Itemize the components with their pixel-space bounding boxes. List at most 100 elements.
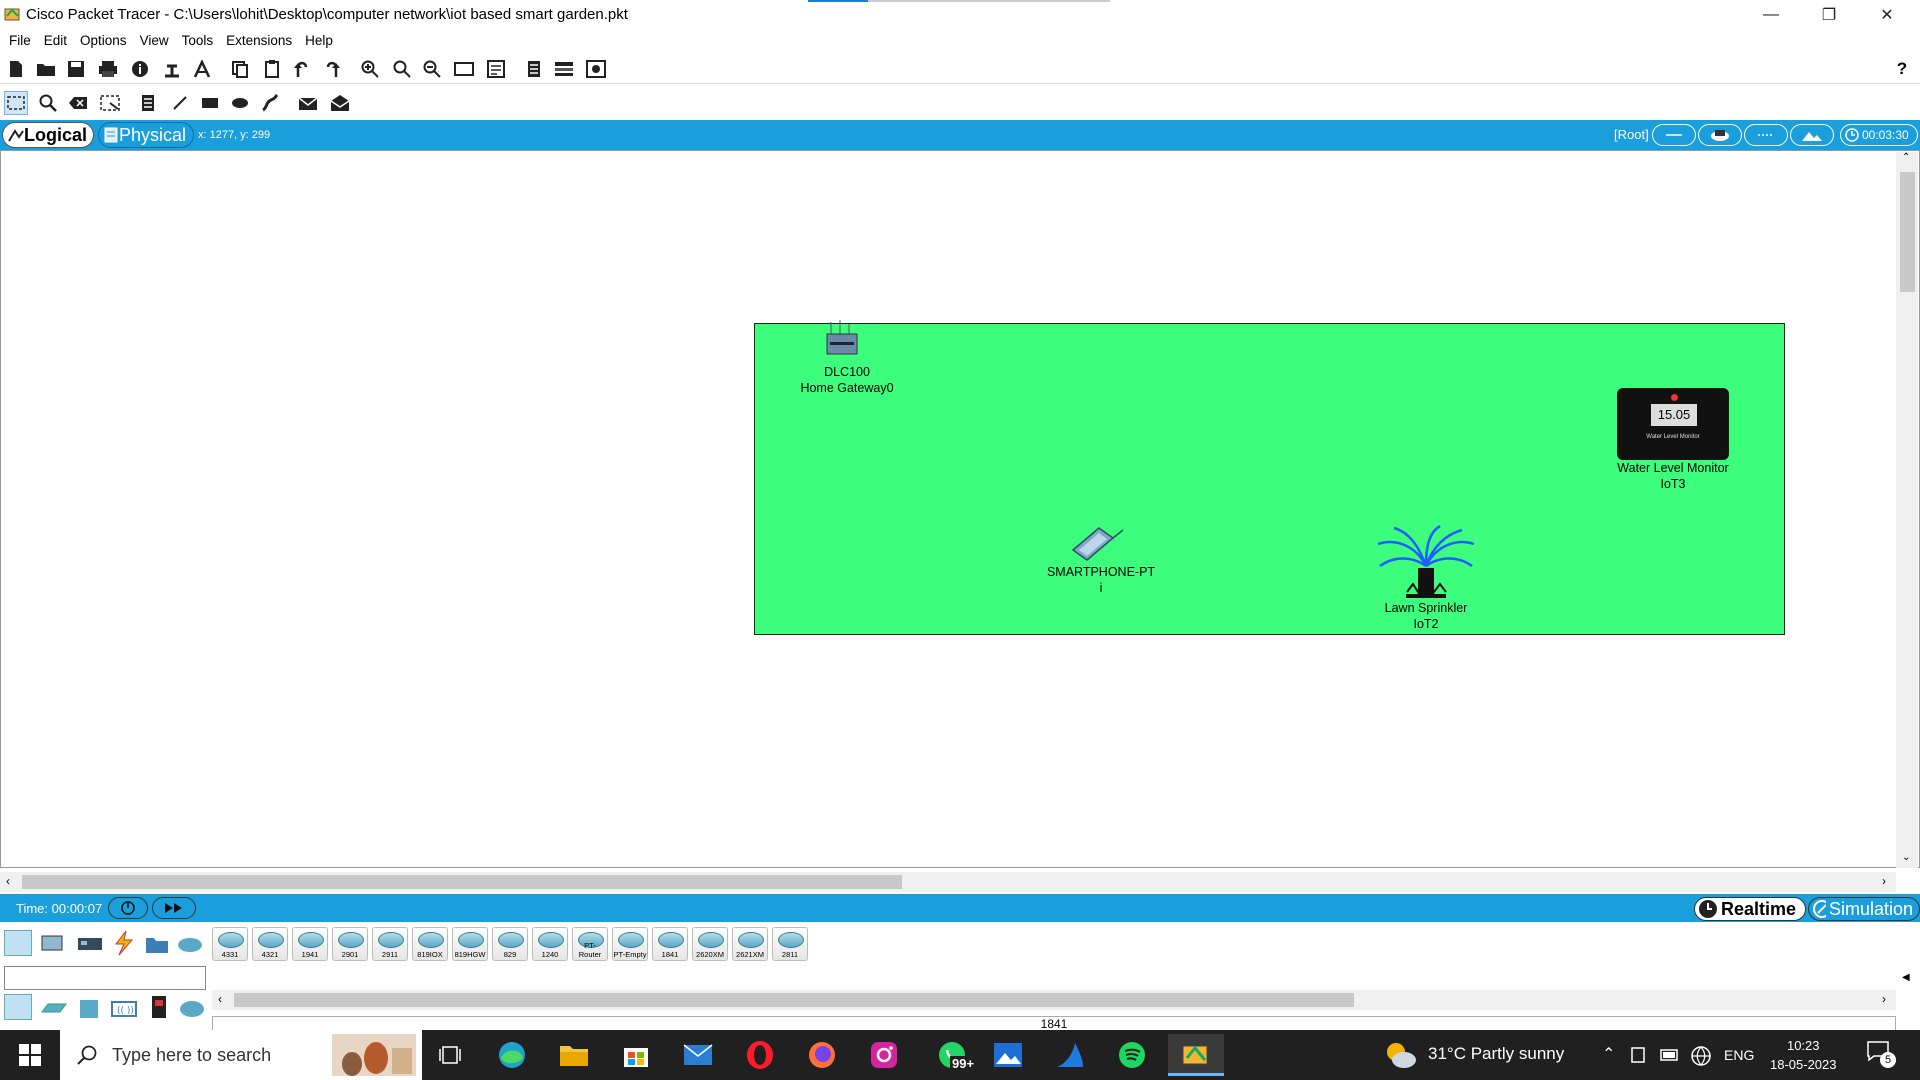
device-scroll-left-icon[interactable]: ‹ — [218, 992, 222, 1006]
notification-center-button[interactable]: 5 — [1866, 1040, 1900, 1070]
back-level-button[interactable] — [1652, 124, 1696, 146]
opera-browser-icon[interactable] — [742, 1038, 778, 1072]
wireless-devices-icon[interactable]: (( )) — [110, 996, 138, 1022]
device-template-icon[interactable] — [552, 57, 576, 81]
network-wizard-icon[interactable] — [160, 57, 184, 81]
security-icon[interactable] — [146, 994, 174, 1020]
scroll-left-icon[interactable]: ‹ — [6, 874, 10, 888]
select-icon[interactable] — [4, 91, 28, 115]
miscellaneous-icon[interactable] — [144, 932, 172, 958]
menu-help[interactable]: Help — [302, 30, 343, 52]
minimize-button[interactable]: — — [1742, 0, 1800, 30]
router-pt-empty-tile[interactable]: PT-Empty — [612, 927, 648, 961]
router-2911-tile[interactable]: 2911 — [372, 927, 408, 961]
drawing-palette-icon[interactable] — [452, 57, 476, 81]
microsoft-store-icon[interactable] — [618, 1038, 654, 1072]
router-pt-router-tile[interactable]: PT-Router — [572, 927, 608, 961]
delete-icon[interactable] — [66, 91, 90, 115]
task-view-icon[interactable] — [432, 1038, 468, 1072]
custom-devices-icon[interactable] — [484, 57, 508, 81]
home-gateway-icon[interactable] — [823, 320, 863, 358]
router-1841-tile[interactable]: 1841 — [652, 927, 688, 961]
device-scroll-right-icon[interactable]: › — [1882, 992, 1886, 1006]
menu-extensions[interactable]: Extensions — [223, 30, 302, 52]
router-1941-tile[interactable]: 1941 — [292, 927, 328, 961]
redo-icon[interactable] — [320, 57, 344, 81]
add-simple-pdu-icon[interactable] — [296, 91, 320, 115]
vertical-scrollbar[interactable]: ⌃ ⌄ — [1896, 152, 1918, 868]
draw-rectangle-icon[interactable] — [198, 91, 222, 115]
menu-tools[interactable]: Tools — [179, 30, 224, 52]
screenshot-icon[interactable] — [584, 57, 608, 81]
copy-icon[interactable] — [228, 57, 252, 81]
network-devices-icon[interactable] — [4, 930, 32, 956]
tab-logical[interactable]: Logical — [2, 122, 94, 148]
paste-icon[interactable] — [260, 57, 284, 81]
connections-icon[interactable] — [110, 930, 138, 956]
realtime-button[interactable]: Realtime — [1694, 897, 1806, 921]
scroll-right-icon[interactable]: › — [1882, 874, 1886, 888]
save-icon[interactable] — [64, 57, 88, 81]
draw-line-icon[interactable] — [168, 91, 192, 115]
router-4321-tile[interactable]: 4321 — [252, 927, 288, 961]
inspect-icon[interactable] — [36, 91, 60, 115]
horizontal-scrollbar[interactable]: ‹ › — [0, 872, 1896, 892]
multiuser-icon[interactable] — [176, 934, 204, 960]
router-2901-tile[interactable]: 2901 — [332, 927, 368, 961]
add-complex-pdu-icon[interactable] — [328, 91, 352, 115]
router-829-tile[interactable]: 829 — [492, 927, 528, 961]
horizontal-scroll-thumb[interactable] — [22, 875, 902, 889]
system-clock[interactable]: 10:23 18-05-2023 — [1770, 1036, 1837, 1074]
cluster-icon[interactable] — [1698, 124, 1742, 146]
lawn-sprinkler-icon[interactable] — [1371, 524, 1481, 600]
notes-icon[interactable] — [522, 57, 546, 81]
place-note-icon[interactable] — [136, 91, 160, 115]
print-icon[interactable] — [96, 57, 120, 81]
end-devices-icon[interactable] — [40, 932, 68, 958]
zoom-in-icon[interactable] — [358, 57, 382, 81]
meet-now-icon[interactable] — [1630, 1046, 1648, 1064]
activity-wizard-icon[interactable] — [190, 57, 214, 81]
router-2620xm-tile[interactable]: 2620XM — [692, 927, 728, 961]
garden-area[interactable]: DLC100 Home Gateway0 15.05 Water Level M… — [754, 320, 1785, 635]
draw-ellipse-icon[interactable] — [228, 91, 252, 115]
routers-icon[interactable] — [4, 994, 32, 1020]
router-1240-tile[interactable]: 1240 — [532, 927, 568, 961]
simulation-button[interactable]: Simulation — [1808, 897, 1920, 921]
packet-tracer-taskbar-icon[interactable] — [1168, 1034, 1224, 1076]
instagram-icon[interactable] — [866, 1038, 902, 1072]
components-icon[interactable] — [76, 932, 104, 958]
language-indicator[interactable]: ENG — [1724, 1047, 1754, 1063]
router-819hgw-tile[interactable]: 819HGW — [452, 927, 488, 961]
resize-shape-icon[interactable] — [98, 91, 122, 115]
vertical-scroll-thumb[interactable] — [1900, 172, 1915, 292]
new-file-icon[interactable] — [4, 57, 28, 81]
fast-forward-button[interactable] — [152, 897, 196, 919]
spotify-icon[interactable] — [1114, 1038, 1150, 1072]
shark-app-icon[interactable] — [1052, 1038, 1088, 1072]
device-scroll-thumb[interactable] — [234, 993, 1354, 1007]
undo-icon[interactable] — [290, 57, 314, 81]
info-icon[interactable] — [128, 57, 152, 81]
water-level-monitor-icon[interactable]: 15.05 Water Level Monitor — [1617, 388, 1729, 460]
restore-button[interactable]: ❐ — [1800, 0, 1858, 30]
wan-emulation-icon[interactable] — [178, 996, 206, 1022]
menu-view[interactable]: View — [137, 30, 179, 52]
start-button[interactable] — [0, 1030, 60, 1080]
close-button[interactable]: ✕ — [1858, 0, 1916, 30]
zoom-out-icon[interactable] — [420, 57, 444, 81]
router-2811-tile[interactable]: 2811 — [772, 927, 808, 961]
tab-physical[interactable]: Physical — [98, 122, 194, 148]
firefox-icon[interactable] — [804, 1038, 840, 1072]
help-button[interactable]: ? — [1890, 57, 1914, 81]
menu-edit[interactable]: Edit — [41, 30, 77, 52]
new-cluster-button[interactable] — [1744, 124, 1788, 146]
viewport-icon[interactable] — [1790, 124, 1834, 146]
edge-browser-icon[interactable] — [494, 1038, 530, 1072]
power-cycle-button[interactable] — [108, 897, 148, 919]
weather-text[interactable]: 31°C Partly sunny — [1428, 1044, 1564, 1064]
router-819iox-tile[interactable]: 819IOX — [412, 927, 448, 961]
router-2621xm-tile[interactable]: 2621XM — [732, 927, 768, 961]
zoom-reset-icon[interactable] — [390, 57, 414, 81]
open-folder-icon[interactable] — [34, 57, 58, 81]
